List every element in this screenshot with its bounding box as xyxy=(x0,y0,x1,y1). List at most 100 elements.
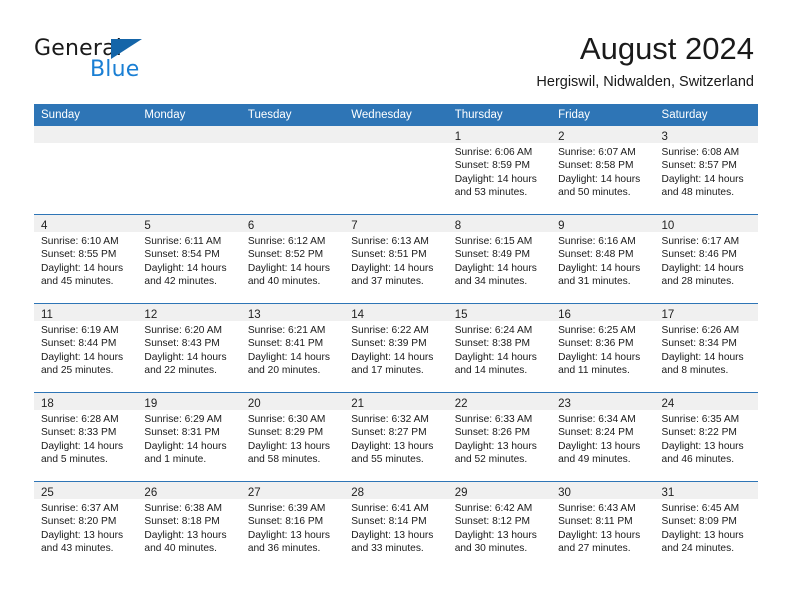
calendar-day-cell[interactable]: 29 Sunrise: 6:42 AM Sunset: 8:12 PM Dayligh… xyxy=(447,481,552,570)
page-header: General Blue August 2024 Hergiswil, Nidw… xyxy=(0,0,792,100)
calendar-day-cell[interactable]: 6 Sunrise: 6:12 AM Sunset: 8:52 PM Daylight… xyxy=(240,214,345,304)
calendar-day-cell[interactable]: 13 Sunrise: 6:21 AM Sunset: 8:41 PM Dayligh… xyxy=(240,303,345,393)
day-number-band: 27 xyxy=(240,482,345,499)
day-number: 6 xyxy=(247,220,255,232)
calendar-day-cell[interactable]: 16 Sunrise: 6:25 AM Sunset: 8:36 PM Dayligh… xyxy=(551,303,655,393)
sunrise-time: Sunrise: 6:30 AM xyxy=(247,414,326,425)
calendar-day-cell[interactable]: 1 Sunrise: 6:06 AM Sunset: 8:59 PM Daylight… xyxy=(447,126,552,215)
day-number: 11 xyxy=(41,309,53,321)
day-number: 9 xyxy=(558,220,565,232)
calendar-page: General Blue August 2024 Hergiswil, Nidw… xyxy=(0,0,792,612)
day-number-band: 18 xyxy=(34,393,138,410)
day-number: 24 xyxy=(661,398,675,410)
calendar-day-cell[interactable]: 24 Sunrise: 6:35 AM Sunset: 8:22 PM Dayligh… xyxy=(654,392,758,482)
day-detail-block: Sunrise: 6:22 AM Sunset: 8:39 PM Daylight:… xyxy=(344,321,447,378)
page-subtitle: Hergiswil, Nidwalden, Switzerland xyxy=(536,74,754,90)
daylight-duration-line2: and 46 minutes. xyxy=(661,454,735,466)
calendar-day-cell[interactable]: 4 Sunrise: 6:10 AM Sunset: 8:55 PM Daylight… xyxy=(34,214,138,304)
day-number-band: 8 xyxy=(447,215,552,232)
calendar-day-cell[interactable]: 12 Sunrise: 6:20 AM Sunset: 8:43 PM Dayligh… xyxy=(137,303,241,393)
sunset-time: Sunset: 8:38 PM xyxy=(454,338,531,350)
calendar-table: Sunday Monday Tuesday Wednesday Thursday… xyxy=(34,104,758,570)
calendar-day-cell[interactable]: 30 Sunrise: 6:43 AM Sunset: 8:11 PM Dayligh… xyxy=(551,481,655,570)
daylight-duration-line1: Daylight: 14 hours xyxy=(41,351,124,363)
calendar-day-cell[interactable]: 22 Sunrise: 6:33 AM Sunset: 8:26 PM Dayligh… xyxy=(447,392,552,482)
sunset-time: Sunset: 8:26 PM xyxy=(454,427,531,439)
calendar-day-cell[interactable]: 23 Sunrise: 6:34 AM Sunset: 8:24 PM Dayligh… xyxy=(551,392,655,482)
weekday-header-saturday: Saturday xyxy=(654,104,758,126)
calendar-day-cell[interactable]: 26 Sunrise: 6:38 AM Sunset: 8:18 PM Dayligh… xyxy=(137,481,241,570)
day-number-band: 17 xyxy=(654,304,758,321)
sunrise-time: Sunrise: 6:08 AM xyxy=(661,147,740,158)
day-number-band: 13 xyxy=(240,304,345,321)
day-number: 7 xyxy=(351,220,358,232)
calendar-day-cell[interactable]: 17 Sunrise: 6:26 AM Sunset: 8:34 PM Dayligh… xyxy=(654,303,758,393)
sunrise-time: Sunrise: 6:28 AM xyxy=(41,414,119,425)
day-number-band: 24 xyxy=(654,393,758,410)
calendar-day-cell[interactable]: 2 Sunrise: 6:07 AM Sunset: 8:58 PM Daylight… xyxy=(551,126,655,215)
daylight-duration-line2: and 48 minutes. xyxy=(661,187,735,199)
calendar-day-cell[interactable]: 18 Sunrise: 6:28 AM Sunset: 8:33 PM Dayligh… xyxy=(34,392,138,482)
sunset-time: Sunset: 8:39 PM xyxy=(351,338,427,350)
daylight-duration-line1: Daylight: 14 hours xyxy=(351,351,434,363)
day-number: 3 xyxy=(661,131,668,143)
sunset-time: Sunset: 8:24 PM xyxy=(558,427,634,439)
calendar-day-cell[interactable]: 11 Sunrise: 6:19 AM Sunset: 8:44 PM Dayligh… xyxy=(34,303,138,393)
daylight-duration-line2: and 20 minutes. xyxy=(247,365,321,377)
calendar-day-cell[interactable]: 9 Sunrise: 6:16 AM Sunset: 8:48 PM Daylight… xyxy=(551,214,655,304)
calendar-day-cell[interactable]: 10 Sunrise: 6:17 AM Sunset: 8:46 PM Dayligh… xyxy=(654,214,758,304)
calendar-day-cell[interactable]: 27 Sunrise: 6:39 AM Sunset: 8:16 PM Dayligh… xyxy=(240,481,345,570)
day-number: 19 xyxy=(144,398,158,410)
daylight-duration-line2: and 58 minutes. xyxy=(247,454,321,466)
calendar-day-cell[interactable]: 21 Sunrise: 6:32 AM Sunset: 8:27 PM Dayligh… xyxy=(344,392,448,482)
calendar-day-cell[interactable]: 3 Sunrise: 6:08 AM Sunset: 8:57 PM Daylight… xyxy=(654,126,758,215)
day-detail-block: Sunrise: 6:17 AM Sunset: 8:46 PM Daylight:… xyxy=(655,232,758,289)
sunset-time: Sunset: 8:20 PM xyxy=(41,516,117,528)
sunrise-time: Sunrise: 6:39 AM xyxy=(247,503,326,514)
calendar-day-cell[interactable]: 25 Sunrise: 6:37 AM Sunset: 8:20 PM Dayligh… xyxy=(34,481,138,570)
page-title: August 2024 xyxy=(579,31,754,66)
daylight-duration-line2: and 27 minutes. xyxy=(558,543,631,555)
calendar-day-cell[interactable]: 28 Sunrise: 6:41 AM Sunset: 8:14 PM Dayligh… xyxy=(344,481,448,570)
calendar-day-cell[interactable]: 8 Sunrise: 6:15 AM Sunset: 8:49 PM Daylight… xyxy=(447,214,552,304)
day-number-band: 20 xyxy=(240,393,345,410)
day-number-band: 21 xyxy=(344,393,448,410)
daylight-duration-line2: and 31 minutes. xyxy=(558,276,631,288)
sunset-time: Sunset: 8:54 PM xyxy=(144,249,220,261)
day-number-band: 11 xyxy=(34,304,138,321)
sunset-time: Sunset: 8:58 PM xyxy=(558,160,634,172)
calendar-day-cell[interactable]: 5 Sunrise: 6:11 AM Sunset: 8:54 PM Daylight… xyxy=(137,214,241,304)
daylight-duration-line2: and 28 minutes. xyxy=(661,276,735,288)
calendar-empty-cell xyxy=(240,126,345,215)
calendar-day-cell[interactable]: 7 Sunrise: 6:13 AM Sunset: 8:51 PM Daylight… xyxy=(344,214,448,304)
day-number-band: 14 xyxy=(344,304,448,321)
calendar-day-cell[interactable]: 19 Sunrise: 6:29 AM Sunset: 8:31 PM Dayligh… xyxy=(137,392,241,482)
day-number-band xyxy=(34,126,138,143)
calendar-day-cell[interactable]: 20 Sunrise: 6:30 AM Sunset: 8:29 PM Dayligh… xyxy=(240,392,345,482)
day-number-band: 5 xyxy=(137,215,241,232)
sunrise-time: Sunrise: 6:34 AM xyxy=(558,414,636,425)
daylight-duration-line2: and 5 minutes. xyxy=(41,454,108,466)
day-number: 4 xyxy=(41,220,48,232)
sunset-time: Sunset: 8:14 PM xyxy=(351,516,427,528)
daylight-duration-line1: Daylight: 14 hours xyxy=(144,262,227,274)
sunset-time: Sunset: 8:22 PM xyxy=(661,427,737,439)
sunrise-time: Sunrise: 6:21 AM xyxy=(247,325,326,336)
sunset-time: Sunset: 8:52 PM xyxy=(247,249,324,261)
sunset-time: Sunset: 8:09 PM xyxy=(661,516,737,528)
sunrise-time: Sunrise: 6:29 AM xyxy=(144,414,223,425)
daylight-duration-line2: and 52 minutes. xyxy=(454,454,528,466)
daylight-duration-line1: Daylight: 14 hours xyxy=(558,173,641,185)
sunrise-time: Sunrise: 6:16 AM xyxy=(558,236,636,247)
calendar-day-cell[interactable]: 31 Sunrise: 6:45 AM Sunset: 8:09 PM Dayligh… xyxy=(654,481,758,570)
day-number-band: 15 xyxy=(447,304,552,321)
sunrise-time: Sunrise: 6:32 AM xyxy=(351,414,429,425)
daylight-duration-line2: and 30 minutes. xyxy=(454,543,528,555)
day-number: 1 xyxy=(454,131,462,143)
sunrise-time: Sunrise: 6:43 AM xyxy=(558,503,636,514)
calendar-day-cell[interactable]: 15 Sunrise: 6:24 AM Sunset: 8:38 PM Dayligh… xyxy=(447,303,552,393)
weekday-header-friday: Friday xyxy=(551,104,655,126)
day-detail-block: Sunrise: 6:29 AM Sunset: 8:31 PM Daylight:… xyxy=(137,410,240,467)
calendar-day-cell[interactable]: 14 Sunrise: 6:22 AM Sunset: 8:39 PM Dayligh… xyxy=(344,303,448,393)
general-blue-logo[interactable]: General Blue xyxy=(34,36,214,84)
